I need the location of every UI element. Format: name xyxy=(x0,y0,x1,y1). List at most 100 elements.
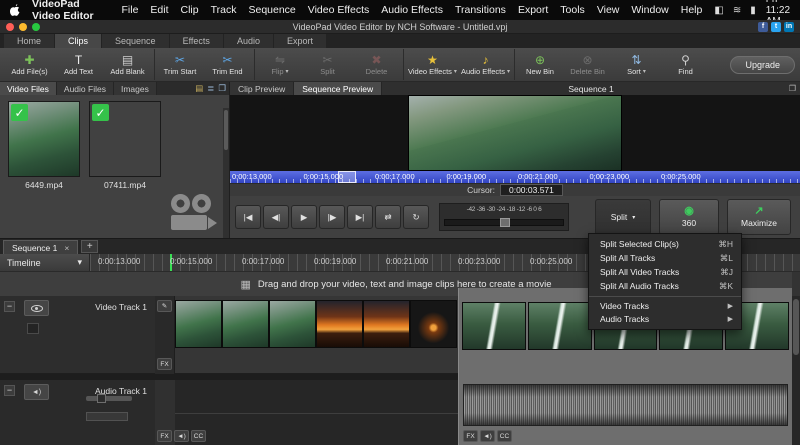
add-sequence-button[interactable]: + xyxy=(81,240,99,253)
go-to-end-button[interactable]: ▶| xyxy=(347,205,373,229)
float-panel-icon[interactable]: ❐ xyxy=(218,83,226,94)
menubar-item[interactable]: Track xyxy=(211,4,237,16)
maximize-button[interactable]: ↗ Maximize xyxy=(727,199,791,235)
go-to-start-button[interactable]: |◀ xyxy=(235,205,261,229)
add-files-button[interactable]: ✚ Add File(s) xyxy=(5,49,54,80)
zoom-window-button[interactable] xyxy=(32,22,40,31)
clip-speaker-button[interactable]: ◄) xyxy=(480,430,495,442)
display-status-icon[interactable]: ◧ xyxy=(714,5,723,16)
menu-item[interactable]: Split Selected Clip(s) ⌘H xyxy=(589,237,741,251)
menubar-item[interactable]: File xyxy=(122,4,139,16)
preview-position-marker[interactable] xyxy=(338,171,356,183)
menubar-app-name[interactable]: VideoPad Video Editor xyxy=(32,0,110,22)
close-window-button[interactable] xyxy=(6,22,14,31)
add-blank-button[interactable]: ▤ Add Blank xyxy=(103,49,152,80)
ribbon-tab[interactable]: Effects xyxy=(169,34,223,48)
menu-item[interactable]: Split All Video Tracks ⌘J xyxy=(589,265,741,279)
menubar-item[interactable]: Transitions xyxy=(455,4,506,16)
ribbon-tab[interactable]: Home xyxy=(4,34,55,48)
menubar-item[interactable]: Audio Effects xyxy=(381,4,443,16)
cursor-time-value[interactable]: 0:00:03.571 xyxy=(499,184,563,196)
menu-item[interactable]: Video Tracks ▶ xyxy=(589,296,741,313)
facebook-icon[interactable]: f xyxy=(758,21,768,32)
twitter-icon[interactable]: t xyxy=(771,21,781,32)
preview-tab[interactable]: Clip Preview xyxy=(230,82,295,95)
video-effects-button[interactable]: ★ Video Effects ▾ xyxy=(403,49,459,80)
clip-frame[interactable] xyxy=(316,300,363,348)
menubar-item[interactable]: Sequence xyxy=(248,4,295,16)
trim-end-button[interactable]: ✂ Trim End xyxy=(203,49,252,80)
menubar-item[interactable]: Window xyxy=(631,4,668,16)
add-text-button[interactable]: T Add Text xyxy=(54,49,103,80)
bins-tab[interactable]: Video Files xyxy=(0,82,57,95)
menubar-item[interactable]: Tools xyxy=(560,4,585,16)
sequence-tab[interactable]: Sequence 1 × xyxy=(3,240,79,254)
bins-scrollbar[interactable] xyxy=(223,108,229,238)
trim-start-button[interactable]: ✂ Trim Start xyxy=(154,49,203,80)
bins-tab[interactable]: Images xyxy=(113,82,157,95)
clip-frame[interactable] xyxy=(410,300,457,348)
audio-effects-button[interactable]: ♪ Audio Effects ▾ xyxy=(459,49,512,80)
clip-frame[interactable] xyxy=(462,302,526,350)
clip-fx-button[interactable]: FX xyxy=(463,430,478,442)
menubar-item[interactable]: Export xyxy=(518,4,548,16)
upgrade-button[interactable]: Upgrade xyxy=(730,55,795,74)
collapse-track-button[interactable]: − xyxy=(4,301,15,312)
menu-item[interactable]: Audio Tracks ▶ xyxy=(589,313,741,326)
flip-button[interactable]: ⇋ Flip ▾ xyxy=(254,49,303,80)
video-360-button[interactable]: ◉ 360 xyxy=(659,199,719,235)
6449.mp4[interactable]: ✓ 6449.mp4 xyxy=(8,101,80,190)
audio-waveform[interactable] xyxy=(463,384,788,426)
pan-control[interactable] xyxy=(86,412,128,421)
wifi-status-icon[interactable]: ≋ xyxy=(733,5,741,16)
tracks-scrollbar[interactable] xyxy=(792,296,800,445)
volume-slider-thumb[interactable] xyxy=(97,394,106,403)
menu-item[interactable]: Split All Audio Tracks ⌘K xyxy=(589,279,741,293)
menubar-item[interactable]: Help xyxy=(681,4,703,16)
clip-frame[interactable] xyxy=(222,300,269,348)
clip-cc-button[interactable]: CC xyxy=(191,430,206,442)
menubar-item[interactable]: Edit xyxy=(150,4,168,16)
lock-icon[interactable] xyxy=(27,323,39,334)
menubar-item[interactable]: View xyxy=(597,4,620,16)
edit-track-button[interactable]: ✎ xyxy=(157,300,172,312)
track-mute-button[interactable]: ◄) xyxy=(24,384,49,400)
clip-frame[interactable] xyxy=(269,300,316,348)
find-button[interactable]: ⚲ Find xyxy=(661,49,710,80)
ribbon-tab[interactable]: Audio xyxy=(223,34,273,48)
track-fx-button[interactable]: FX xyxy=(157,358,172,370)
minimize-window-button[interactable] xyxy=(19,22,27,31)
apple-menu-icon[interactable] xyxy=(10,4,20,16)
previous-frame-button[interactable]: ◀| xyxy=(263,205,289,229)
delete-button[interactable]: ✖ Delete xyxy=(352,49,401,80)
scrubber-thumb[interactable] xyxy=(500,218,510,227)
clip-frame[interactable] xyxy=(175,300,222,348)
sort-button[interactable]: ⇅ Sort ▾ xyxy=(612,49,661,80)
preview-timeline-ruler[interactable]: 0:00:13.000 0:00:15.000 0:00:17.000 0:00:19… xyxy=(230,171,800,183)
menubar-item[interactable]: Clip xyxy=(181,4,199,16)
collapse-track-button[interactable]: − xyxy=(4,385,15,396)
clip-frame[interactable] xyxy=(527,302,592,350)
next-frame-button[interactable]: |▶ xyxy=(319,205,345,229)
bins-tab[interactable]: Audio Files xyxy=(56,82,114,95)
loop-button[interactable]: ⇄ xyxy=(375,205,401,229)
clip-frame[interactable] xyxy=(363,300,410,348)
shuttle-scrubber[interactable]: -42 -36 -30 -24 -18 -12 -6 0 6 xyxy=(439,203,569,231)
close-sequence-icon[interactable]: × xyxy=(64,243,69,253)
folder-icon[interactable]: ▤ xyxy=(195,83,203,94)
new-bin-button[interactable]: ⊕ New Bin xyxy=(514,49,563,80)
clip-fx-button[interactable]: FX xyxy=(157,430,172,442)
07411.mp4[interactable]: ✓ 07411.mp4 xyxy=(89,101,161,190)
shuttle-button[interactable]: ↻ xyxy=(403,205,429,229)
split-dropdown-arrow-icon[interactable]: ▾ xyxy=(632,214,635,221)
split-button[interactable]: Split ▾ xyxy=(595,199,651,235)
battery-status-icon[interactable]: ▮ xyxy=(750,5,756,16)
menubar-item[interactable]: Video Effects xyxy=(308,4,370,16)
clip-speaker-button[interactable]: ◄) xyxy=(174,430,189,442)
clip-cc-button[interactable]: CC xyxy=(497,430,512,442)
track-visibility-button[interactable] xyxy=(24,300,49,316)
menu-item[interactable]: Split All Tracks ⌘L xyxy=(589,251,741,265)
video-preview-frame[interactable] xyxy=(408,95,622,171)
list-view-icon[interactable]: ≣ xyxy=(207,83,214,94)
split-toolbar-button[interactable]: ✂ Split xyxy=(303,49,352,80)
